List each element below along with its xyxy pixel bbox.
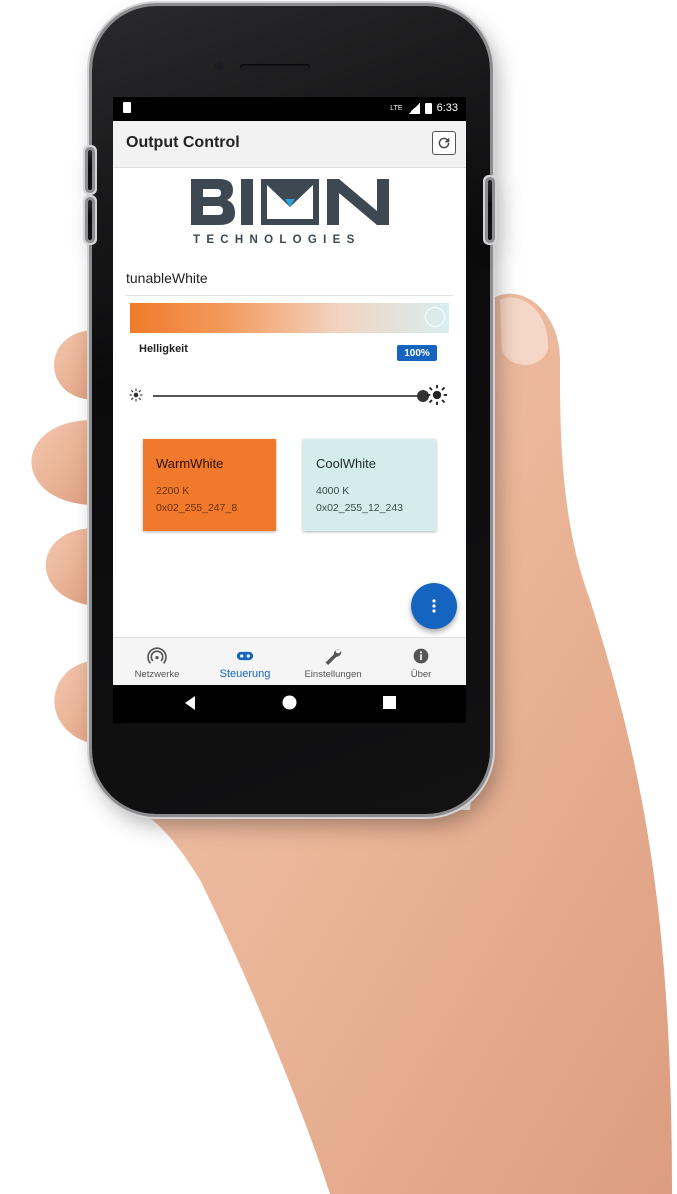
battery-icon bbox=[424, 102, 432, 114]
sun-small-icon bbox=[129, 388, 143, 402]
app-bar: Output Control bbox=[113, 121, 466, 168]
system-navigation-bar bbox=[113, 685, 466, 723]
refresh-icon bbox=[438, 137, 450, 149]
network-type: LTE bbox=[390, 104, 403, 112]
page-title: Output Control bbox=[126, 134, 240, 151]
nav-label: Einstellungen bbox=[304, 669, 362, 680]
slider-track bbox=[153, 395, 423, 397]
refresh-button[interactable] bbox=[432, 131, 456, 155]
nav-item-ueber[interactable]: Über bbox=[377, 638, 465, 686]
preset-code: 0x02_255_247_8 bbox=[156, 502, 238, 514]
sun-large-icon bbox=[427, 385, 447, 405]
preset-name: CoolWhite bbox=[316, 456, 376, 471]
more-vert-icon bbox=[432, 599, 436, 613]
home-circle-icon[interactable] bbox=[282, 695, 297, 710]
earpiece bbox=[240, 64, 310, 70]
wifi-icon bbox=[147, 647, 167, 664]
brightness-value-badge: 100% bbox=[397, 345, 437, 361]
divider bbox=[126, 295, 453, 296]
nav-label: Über bbox=[410, 669, 432, 680]
volume-up-button bbox=[88, 150, 92, 190]
front-camera bbox=[214, 61, 224, 71]
clock: 6:33 bbox=[436, 102, 458, 114]
phone-screen: LTE 6:33 Output Control TECHNOLOGIES tun… bbox=[113, 97, 466, 723]
preset-code: 0x02_255_12_243 bbox=[316, 502, 404, 514]
nav-item-netzwerke[interactable]: Netzwerke bbox=[113, 638, 201, 686]
preset-kelvin: 2200 K bbox=[156, 485, 190, 497]
back-triangle-icon[interactable] bbox=[183, 695, 197, 711]
volume-down-button bbox=[88, 200, 92, 240]
preset-card-warmwhite[interactable]: WarmWhite 2200 K 0x02_255_247_8 bbox=[143, 439, 276, 531]
brightness-label: Helligkeit bbox=[139, 343, 188, 355]
device-name: tunableWhite bbox=[126, 270, 208, 286]
logo-subtitle: TECHNOLOGIES bbox=[193, 234, 361, 246]
company-logo: TECHNOLOGIES bbox=[189, 177, 393, 247]
bion-logo-mark bbox=[191, 179, 389, 225]
wrench-icon bbox=[325, 649, 342, 665]
nav-label: Steuerung bbox=[219, 668, 271, 680]
info-icon bbox=[413, 648, 429, 664]
bottom-navigation: Netzwerke Steuerung Einstellungen Über bbox=[113, 637, 466, 686]
more-options-fab[interactable] bbox=[411, 583, 457, 629]
nav-item-einstellungen[interactable]: Einstellungen bbox=[289, 638, 377, 686]
power-button bbox=[488, 180, 492, 240]
preset-card-coolwhite[interactable]: CoolWhite 4000 K 0x02_255_12_243 bbox=[303, 439, 436, 531]
recents-square-icon[interactable] bbox=[383, 696, 396, 709]
sd-card-icon bbox=[123, 102, 131, 113]
signal-icon bbox=[407, 102, 420, 114]
status-bar: LTE 6:33 bbox=[113, 97, 466, 121]
preset-kelvin: 4000 K bbox=[316, 485, 350, 497]
preset-name: WarmWhite bbox=[156, 456, 224, 471]
brightness-slider[interactable] bbox=[127, 385, 453, 405]
color-temperature-knob[interactable] bbox=[425, 307, 445, 327]
nav-item-steuerung[interactable]: Steuerung bbox=[201, 638, 289, 686]
toggle-icon bbox=[236, 651, 254, 661]
color-temperature-bar[interactable] bbox=[130, 303, 449, 333]
nav-label: Netzwerke bbox=[134, 669, 180, 680]
